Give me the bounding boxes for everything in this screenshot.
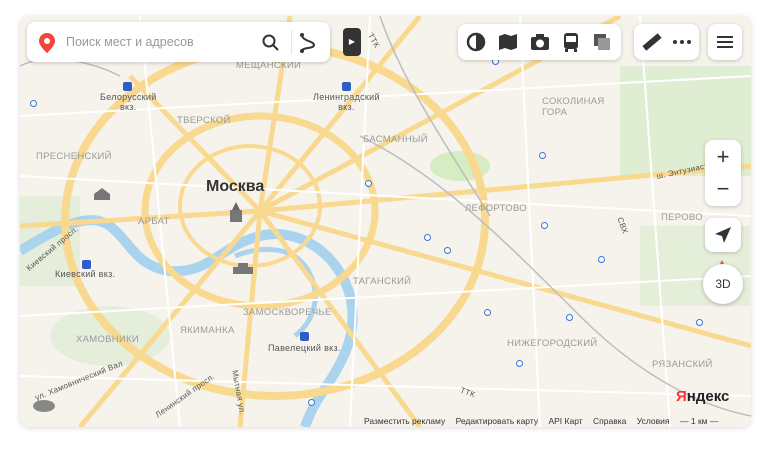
geolocation-button[interactable] <box>705 218 741 252</box>
tools-toolbar <box>634 24 699 60</box>
menu-button[interactable] <box>708 24 742 60</box>
metro-station-icon[interactable] <box>539 152 546 159</box>
station-label[interactable]: Белорусский вкз. <box>100 92 157 112</box>
kremlin-icon[interactable] <box>227 202 245 224</box>
landmark-icon[interactable] <box>92 188 112 202</box>
ruler-icon[interactable] <box>640 30 664 54</box>
layers-icon[interactable] <box>590 30 614 54</box>
metro-station-icon[interactable] <box>308 399 315 406</box>
panorama-icon[interactable] <box>496 30 520 54</box>
footer-link-ads[interactable]: Разместить рекламу <box>364 416 445 426</box>
district-label: ПРЕСНЕНСКИЙ <box>36 151 112 162</box>
footer-link-api[interactable]: API Карт <box>548 416 582 426</box>
footer-link-edit[interactable]: Редактировать карту <box>456 416 539 426</box>
transport-icon[interactable] <box>559 30 583 54</box>
metro-station-icon[interactable] <box>566 314 573 321</box>
map-pin-icon <box>39 33 55 53</box>
railway-station-icon[interactable] <box>123 82 132 91</box>
metro-station-icon[interactable] <box>424 234 431 241</box>
district-label: ХАМОВНИКИ <box>76 334 140 345</box>
metro-station-icon[interactable] <box>541 222 548 229</box>
district-label: БАСМАННЫЙ <box>363 134 428 145</box>
map-canvas[interactable] <box>20 16 751 427</box>
zoom-out-button[interactable]: − <box>705 173 741 205</box>
metro-station-icon[interactable] <box>696 319 703 326</box>
railway-station-icon[interactable] <box>300 332 309 341</box>
station-label[interactable]: Киевский вкз. <box>55 269 115 279</box>
stadium-icon[interactable] <box>32 399 56 413</box>
metro-station-icon[interactable] <box>30 100 37 107</box>
layers-toolbar <box>458 24 621 60</box>
yandex-logo[interactable]: Яндекс <box>676 388 729 405</box>
district-label: АРБАТ <box>138 216 170 227</box>
scale-bar: — 1 км — <box>680 416 719 426</box>
footer-link-terms[interactable]: Условия <box>637 416 670 426</box>
search-input[interactable]: Поиск мест и адресов <box>66 35 194 49</box>
district-label: РЯЗАНСКИЙ <box>652 359 713 370</box>
district-label: ТАГАНСКИЙ <box>353 276 412 287</box>
railway-station-icon[interactable] <box>82 260 91 269</box>
play-icon[interactable]: ▶ <box>343 28 361 56</box>
zoom-control: + − <box>705 140 741 206</box>
railway-station-icon[interactable] <box>342 82 351 91</box>
station-label[interactable]: Павелецкий вкз. <box>268 343 341 353</box>
city-label: Москва <box>206 178 265 195</box>
route-icon[interactable] <box>299 33 317 53</box>
district-label: ЛЕФОРТОВО <box>465 203 527 214</box>
metro-station-icon[interactable] <box>484 309 491 316</box>
district-label: НИЖЕГОРОДСКИЙ <box>507 338 598 349</box>
search-icon[interactable] <box>262 34 280 52</box>
metro-station-icon[interactable] <box>516 360 523 367</box>
metro-station-icon[interactable] <box>598 256 605 263</box>
more-icon[interactable] <box>670 30 694 54</box>
landmark-icon[interactable] <box>232 263 254 275</box>
search-box[interactable]: Поиск мест и адресов <box>27 22 330 62</box>
metro-station-icon[interactable] <box>444 247 451 254</box>
district-label: СОКОЛИНАЯ ГОРА <box>542 96 605 118</box>
3d-button[interactable]: 3D <box>703 264 743 304</box>
zoom-in-button[interactable]: + <box>705 141 741 173</box>
district-label: ПЕРОВО <box>661 212 703 223</box>
map-frame[interactable]: МЕЩАНСКИЙ ТВЕРСКОЙ ПРЕСНЕНСКИЙ АРБАТ ХАМ… <box>20 16 751 427</box>
traffic-icon[interactable] <box>464 30 488 54</box>
district-label: ТВЕРСКОЙ <box>177 115 231 126</box>
station-label[interactable]: Ленинградский вкз. <box>313 92 380 112</box>
metro-station-icon[interactable] <box>365 180 372 187</box>
footer-link-help[interactable]: Справка <box>593 416 626 426</box>
district-label: ЗАМОСКВОРЕЧЬЕ <box>243 307 332 318</box>
camera-icon[interactable] <box>528 30 552 54</box>
menu-icon[interactable] <box>713 30 737 54</box>
footer-links: Разместить рекламу Редактировать карту A… <box>364 416 678 426</box>
separator <box>291 30 292 54</box>
district-label: ЯКИМАНКА <box>180 325 235 336</box>
geolocation-icon <box>715 227 731 243</box>
